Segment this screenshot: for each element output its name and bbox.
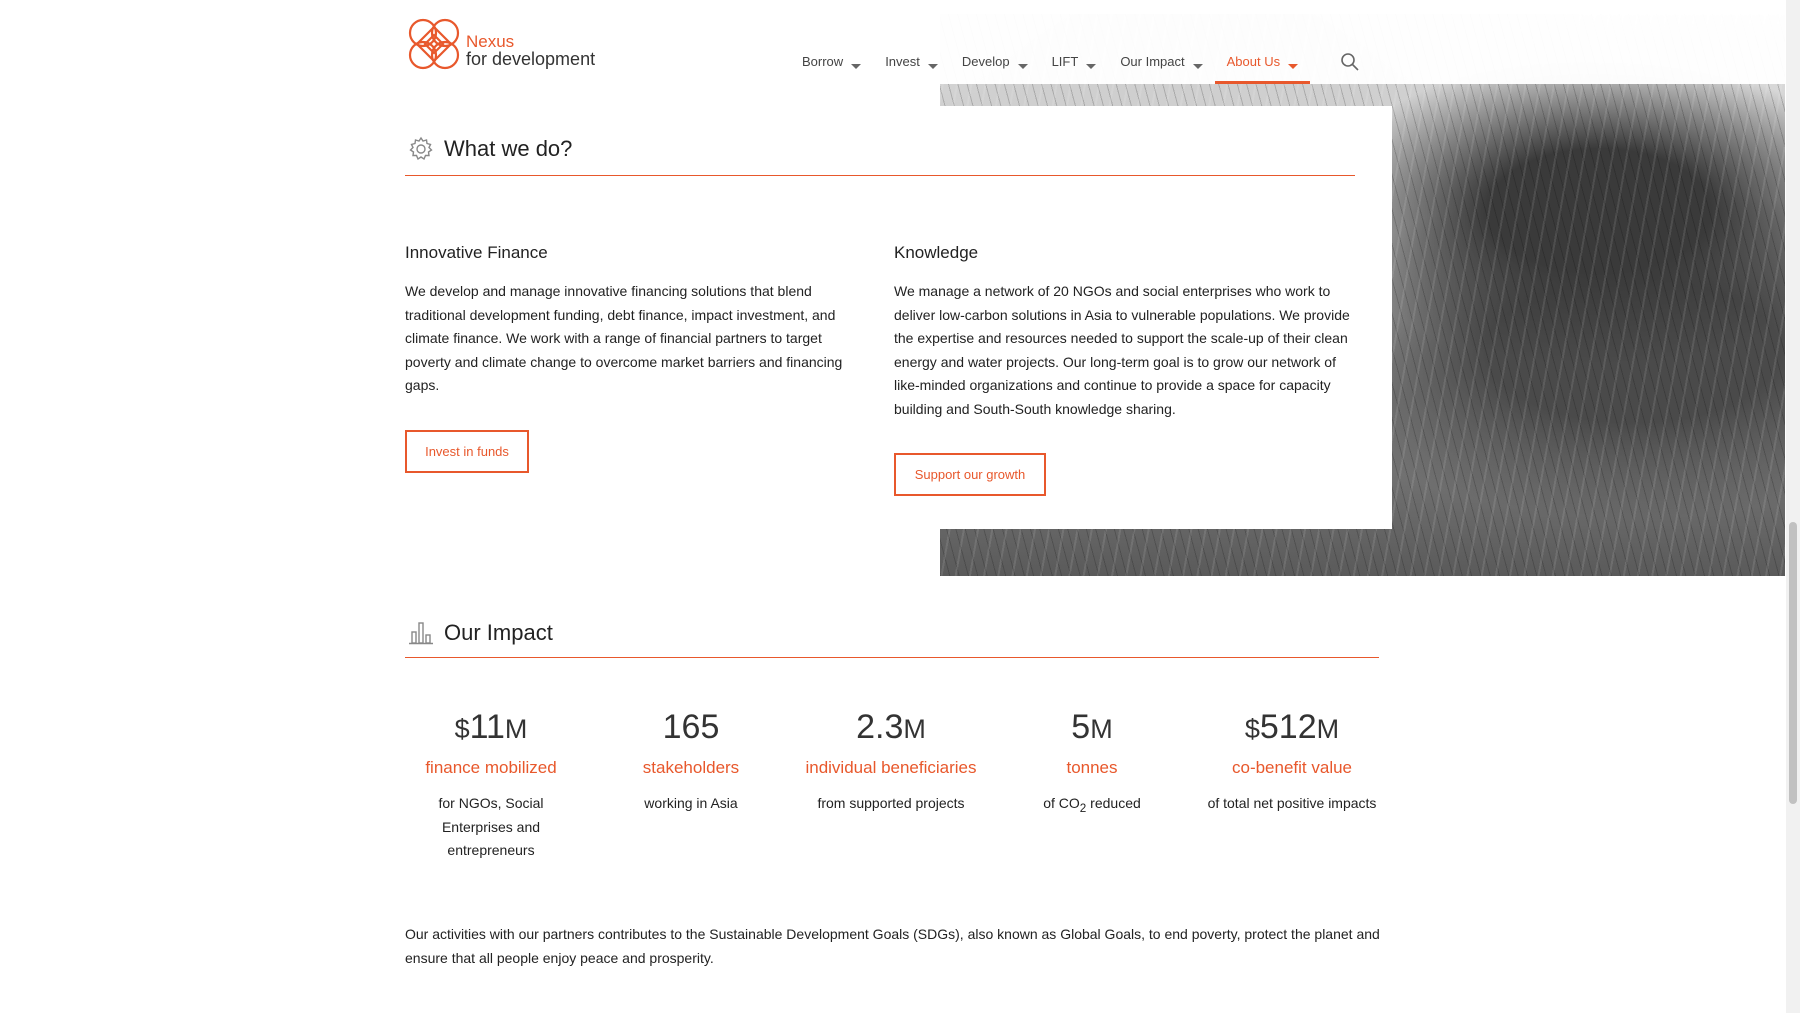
stat-unit: M xyxy=(1316,714,1340,744)
stat-number: 11 xyxy=(469,708,505,746)
stat-value: 165 xyxy=(591,708,791,748)
nav-develop[interactable]: Develop xyxy=(950,40,1040,84)
stat-prefix: $ xyxy=(1244,714,1260,744)
nav-about-us-label: About Us xyxy=(1226,54,1281,69)
stat-prefix: $ xyxy=(454,714,470,744)
stat-desc: from supported projects xyxy=(817,795,965,811)
stat-label: tonnes xyxy=(1066,758,1118,777)
stat-unit: M xyxy=(903,714,926,744)
stat-value: 2.3M xyxy=(791,708,991,748)
logo[interactable]: Nexus for development xyxy=(405,15,605,73)
section-title: Our Impact xyxy=(444,620,553,645)
nav-borrow[interactable]: Borrow xyxy=(790,40,873,84)
stat-desc-post: reduced xyxy=(1086,795,1141,811)
stat-unit: M xyxy=(1090,714,1113,744)
nav-borrow-label: Borrow xyxy=(802,54,844,69)
gear-icon xyxy=(409,136,433,161)
nav-lift[interactable]: LIFT xyxy=(1040,40,1109,84)
stat-desc: working in Asia xyxy=(644,795,738,811)
nav-our-impact[interactable]: Our Impact xyxy=(1108,40,1214,84)
stat-unit: M xyxy=(504,714,528,744)
stat-desc: for NGOs, Social Enterprises and entrepr… xyxy=(438,795,544,858)
stat-label: stakeholders xyxy=(642,758,740,777)
scrollbar-thumb[interactable] xyxy=(1789,522,1797,804)
knowledge-text: We manage a network of 20 NGOs and socia… xyxy=(894,283,1350,417)
scrollbar[interactable] xyxy=(1786,0,1800,1013)
header: Nexus for development Borrow Invest Deve… xyxy=(0,0,1786,84)
stat-stakeholders: 165 stakeholders working in Asia xyxy=(591,708,791,816)
logo-knot-icon xyxy=(408,18,460,70)
stat-label: co-benefit value xyxy=(1231,758,1353,777)
our-impact-heading: Our Impact xyxy=(408,620,553,646)
caret-down-icon xyxy=(1017,64,1028,69)
knowledge-title: Knowledge xyxy=(894,243,979,262)
stat-label: finance mobilized xyxy=(425,758,557,777)
nav-about-us[interactable]: About Us xyxy=(1214,40,1311,84)
stat-co-benefit: $512M co-benefit value of total net posi… xyxy=(1192,708,1392,816)
stat-number: 165 xyxy=(662,708,720,746)
logo-line2: for development xyxy=(466,49,596,69)
caret-down-icon xyxy=(1192,64,1203,69)
section-title: What we do? xyxy=(444,136,573,161)
support-our-growth-button[interactable]: Support our growth xyxy=(894,453,1046,496)
section-divider xyxy=(405,175,1355,176)
what-we-do-heading: What we do? xyxy=(408,136,572,162)
bar-chart-icon xyxy=(409,622,433,645)
invest-in-funds-button[interactable]: Invest in funds xyxy=(405,430,529,473)
stat-value: $11M xyxy=(391,708,591,748)
caret-down-icon xyxy=(1288,64,1299,69)
innovative-finance-text: We develop and manage innovative financi… xyxy=(405,283,843,393)
stat-desc: of CO2 reduced xyxy=(992,792,1192,820)
caret-down-icon xyxy=(927,64,938,69)
main-nav: Borrow Invest Develop LIFT Our Impact Ab… xyxy=(790,40,1311,84)
stat-label: individual beneficiaries xyxy=(805,758,977,777)
stat-desc: of total net positive impacts xyxy=(1207,795,1377,811)
stat-number: 2.3 xyxy=(856,708,904,746)
stat-tonnes: 5M tonnes of CO2 reduced xyxy=(992,708,1192,820)
stat-beneficiaries: 2.3M individual beneficiaries from suppo… xyxy=(791,708,991,816)
nav-develop-label: Develop xyxy=(961,54,1010,69)
stat-number: 512 xyxy=(1259,708,1317,746)
nav-our-impact-label: Our Impact xyxy=(1120,54,1185,69)
sdg-text: Our activities with our partners contrib… xyxy=(405,926,1380,966)
caret-down-icon xyxy=(1086,64,1097,69)
stat-value: 5M xyxy=(992,708,1192,748)
stat-value: $512M xyxy=(1192,708,1392,748)
innovative-finance-title: Innovative Finance xyxy=(405,243,548,262)
stat-number: 5 xyxy=(1071,708,1091,746)
nav-invest[interactable]: Invest xyxy=(873,40,950,84)
search-icon[interactable] xyxy=(1340,52,1360,72)
section-divider xyxy=(405,657,1379,658)
stat-desc-pre: of CO xyxy=(1043,795,1080,811)
stat-finance-mobilized: $11M finance mobilized for NGOs, Social … xyxy=(391,708,591,863)
nav-invest-label: Invest xyxy=(885,54,920,69)
nav-lift-label: LIFT xyxy=(1051,54,1079,69)
caret-down-icon xyxy=(851,64,862,69)
